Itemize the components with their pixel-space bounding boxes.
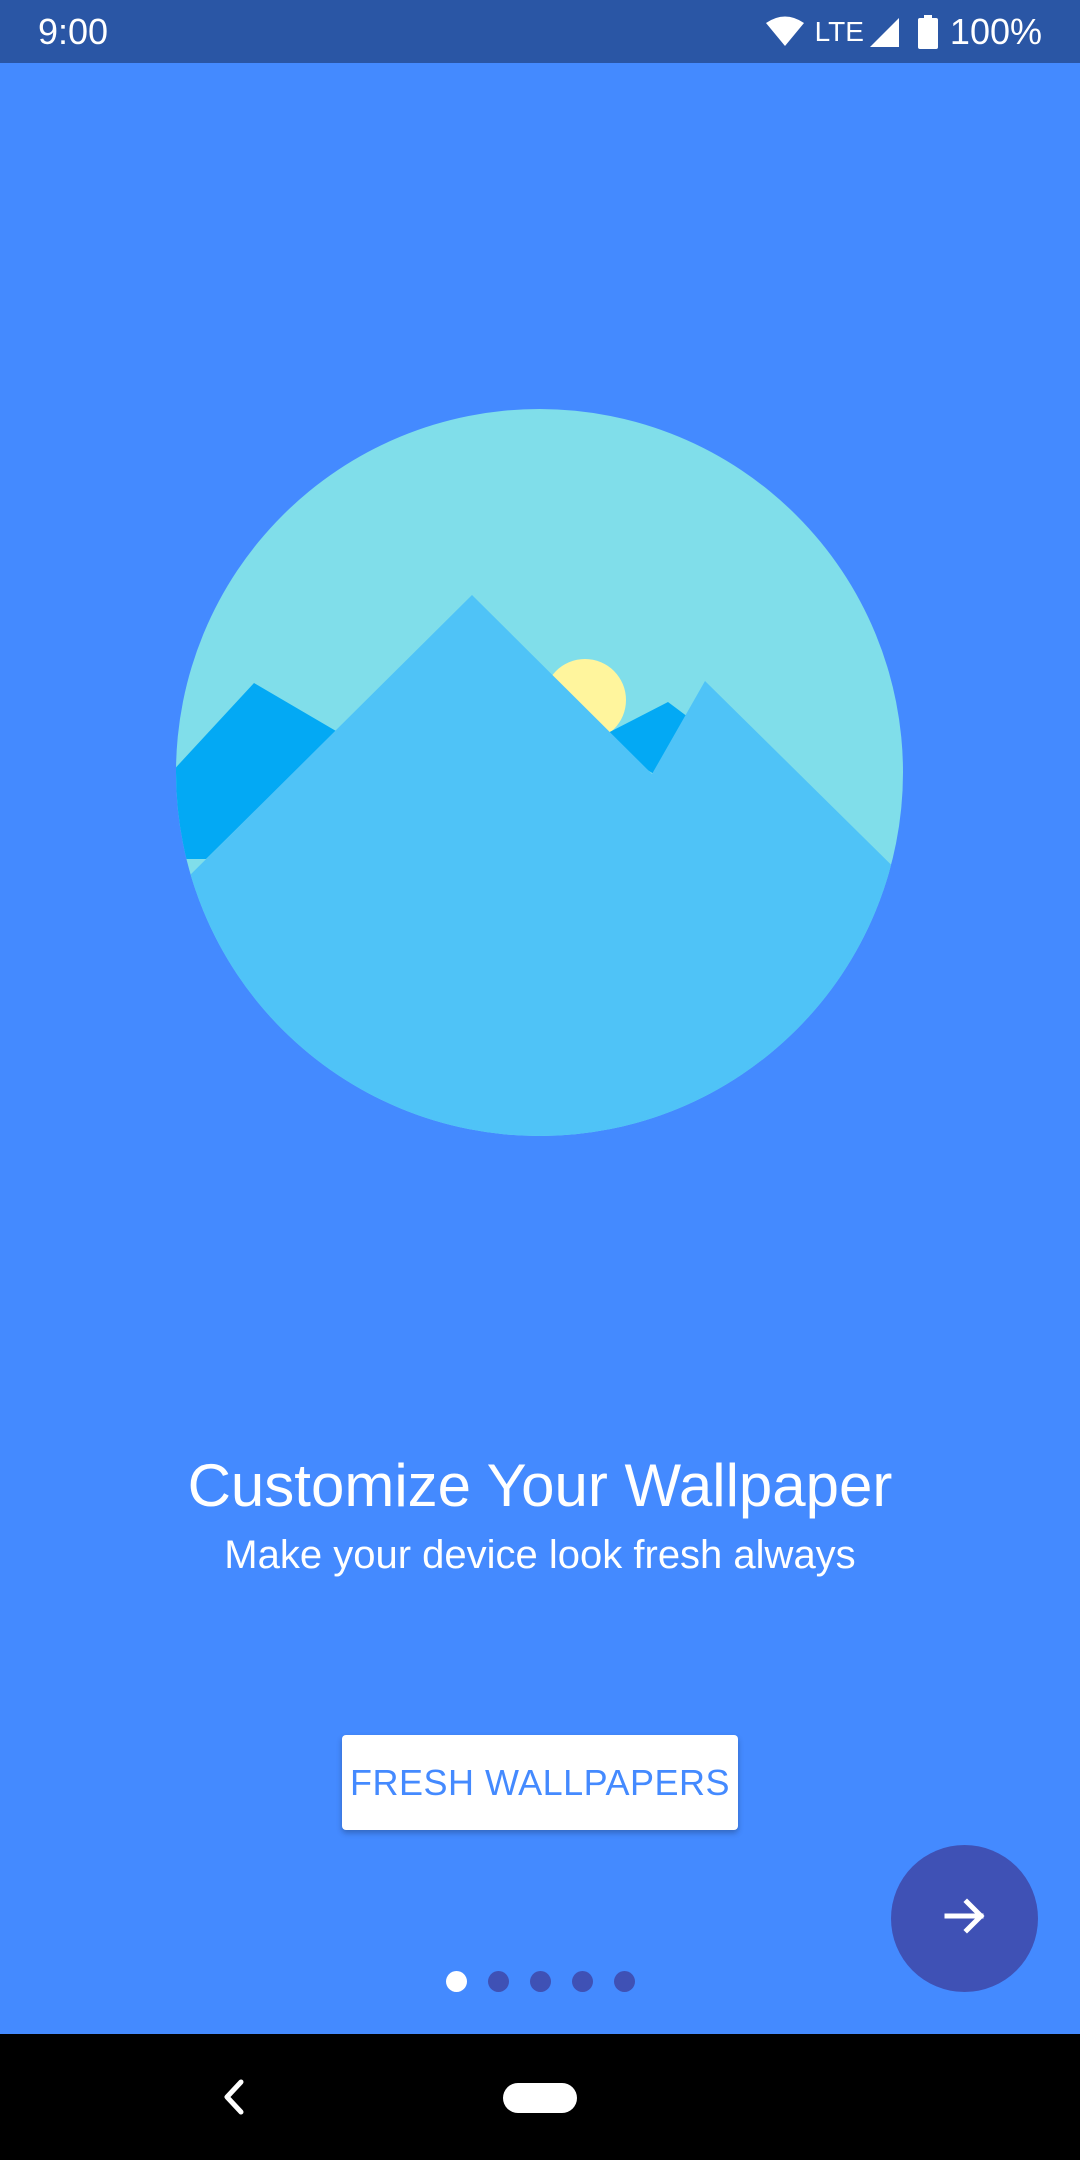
battery-percent: 100% — [949, 11, 1042, 52]
back-icon[interactable] — [215, 2076, 255, 2118]
page-dot-4[interactable] — [571, 1971, 593, 1992]
system-nav-bar — [0, 2034, 1080, 2160]
page-dot-5[interactable] — [613, 1971, 635, 1992]
next-button[interactable] — [891, 1845, 1038, 1992]
network-type: LTE — [814, 16, 864, 47]
battery-icon — [917, 15, 938, 49]
home-pill-icon[interactable] — [503, 2083, 577, 2113]
wifi-icon — [765, 16, 805, 48]
page-dot-1[interactable] — [445, 1971, 467, 1992]
page-dot-2[interactable] — [487, 1971, 509, 1992]
mountain-landscape-illustration — [176, 409, 903, 1136]
status-time: 9:00 — [38, 11, 109, 52]
onboarding-subtitle: Make your device look fresh always — [224, 1533, 856, 1577]
cell-signal-icon — [868, 16, 900, 48]
arrow-right-icon — [941, 1892, 989, 1945]
onboarding-title: Customize Your Wallpaper — [187, 1452, 893, 1519]
page-dot-3[interactable] — [529, 1971, 551, 1992]
fresh-wallpapers-button[interactable]: FRESH WALLPAPERS — [342, 1735, 738, 1830]
page-indicator — [0, 1971, 1080, 1992]
onboarding-screen: 9:00 LTE 100% Customize Your Wallpaper M… — [0, 0, 1080, 2160]
status-bar: 9:00 LTE 100% — [0, 0, 1080, 63]
status-icons: LTE 100% — [765, 10, 1042, 54]
